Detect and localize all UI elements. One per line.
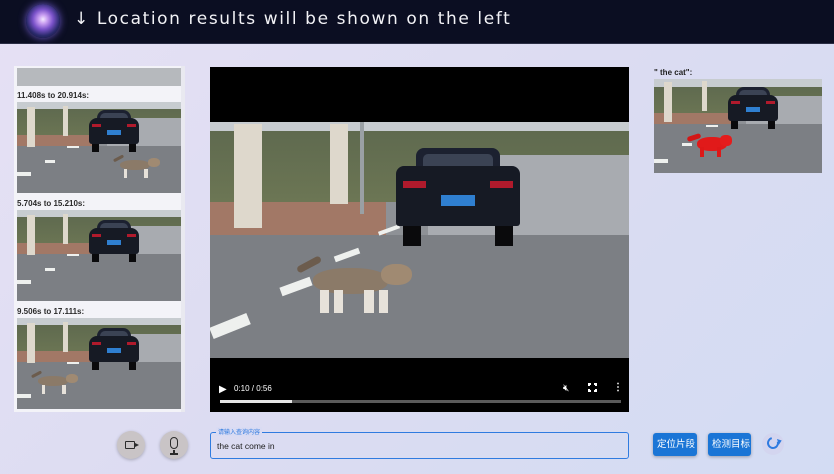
video-progress-bar[interactable]: [220, 400, 621, 403]
query-input[interactable]: [217, 439, 617, 453]
location-results-panel[interactable]: 11.408s to 20.914s: 5.704s to 15.210s: 9…: [14, 66, 185, 412]
video-controls: ▶ 0:10 / 0:56 🔇︎ ⋮: [210, 380, 629, 412]
result-item[interactable]: 9.506s to 17.111s:: [17, 306, 181, 409]
mute-icon[interactable]: 🔇︎: [563, 383, 569, 394]
play-icon[interactable]: ▶: [219, 384, 227, 395]
video-player[interactable]: ▶ 0:10 / 0:56 🔇︎ ⋮: [210, 67, 629, 412]
result-time-range: 9.506s to 17.111s:: [17, 307, 85, 316]
mic-icon: [170, 437, 178, 449]
top-bar: ↓ Location results will be shown on the …: [0, 0, 834, 44]
result-time-range: 5.704s to 15.210s:: [17, 199, 86, 208]
video-progress-fill: [220, 400, 293, 403]
detection-thumbnail[interactable]: [654, 79, 822, 173]
detection-label: " the cat":: [654, 68, 693, 77]
query-field-label: 请输入查询内容: [216, 427, 263, 436]
query-field[interactable]: 请输入查询内容: [210, 427, 629, 459]
video-time: 0:10 / 0:56: [234, 384, 272, 393]
microphone-button[interactable]: [160, 431, 188, 459]
detected-cat-mask: [686, 132, 733, 157]
result-item[interactable]: 5.704s to 15.210s:: [17, 198, 181, 301]
page-title: ↓ Location results will be shown on the …: [74, 9, 512, 29]
more-icon[interactable]: ⋮: [613, 382, 623, 393]
refresh-button[interactable]: [762, 433, 784, 455]
logo-icon: [26, 4, 60, 38]
camera-button[interactable]: [117, 431, 145, 459]
fullscreen-icon[interactable]: [588, 383, 597, 392]
result-thumbnail[interactable]: [17, 102, 181, 193]
result-item[interactable]: 11.408s to 20.914s:: [17, 90, 181, 193]
result-thumbnail-partial: [17, 68, 181, 86]
result-time-range: 11.408s to 20.914s:: [17, 91, 90, 100]
result-thumbnail[interactable]: [17, 210, 181, 301]
detect-target-button[interactable]: 检测目标: [708, 433, 751, 456]
video-frame[interactable]: [210, 122, 629, 358]
camera-icon: [125, 441, 139, 449]
result-thumbnail[interactable]: [17, 318, 181, 409]
locate-segment-button[interactable]: 定位片段: [653, 433, 697, 456]
refresh-icon: [764, 434, 782, 452]
